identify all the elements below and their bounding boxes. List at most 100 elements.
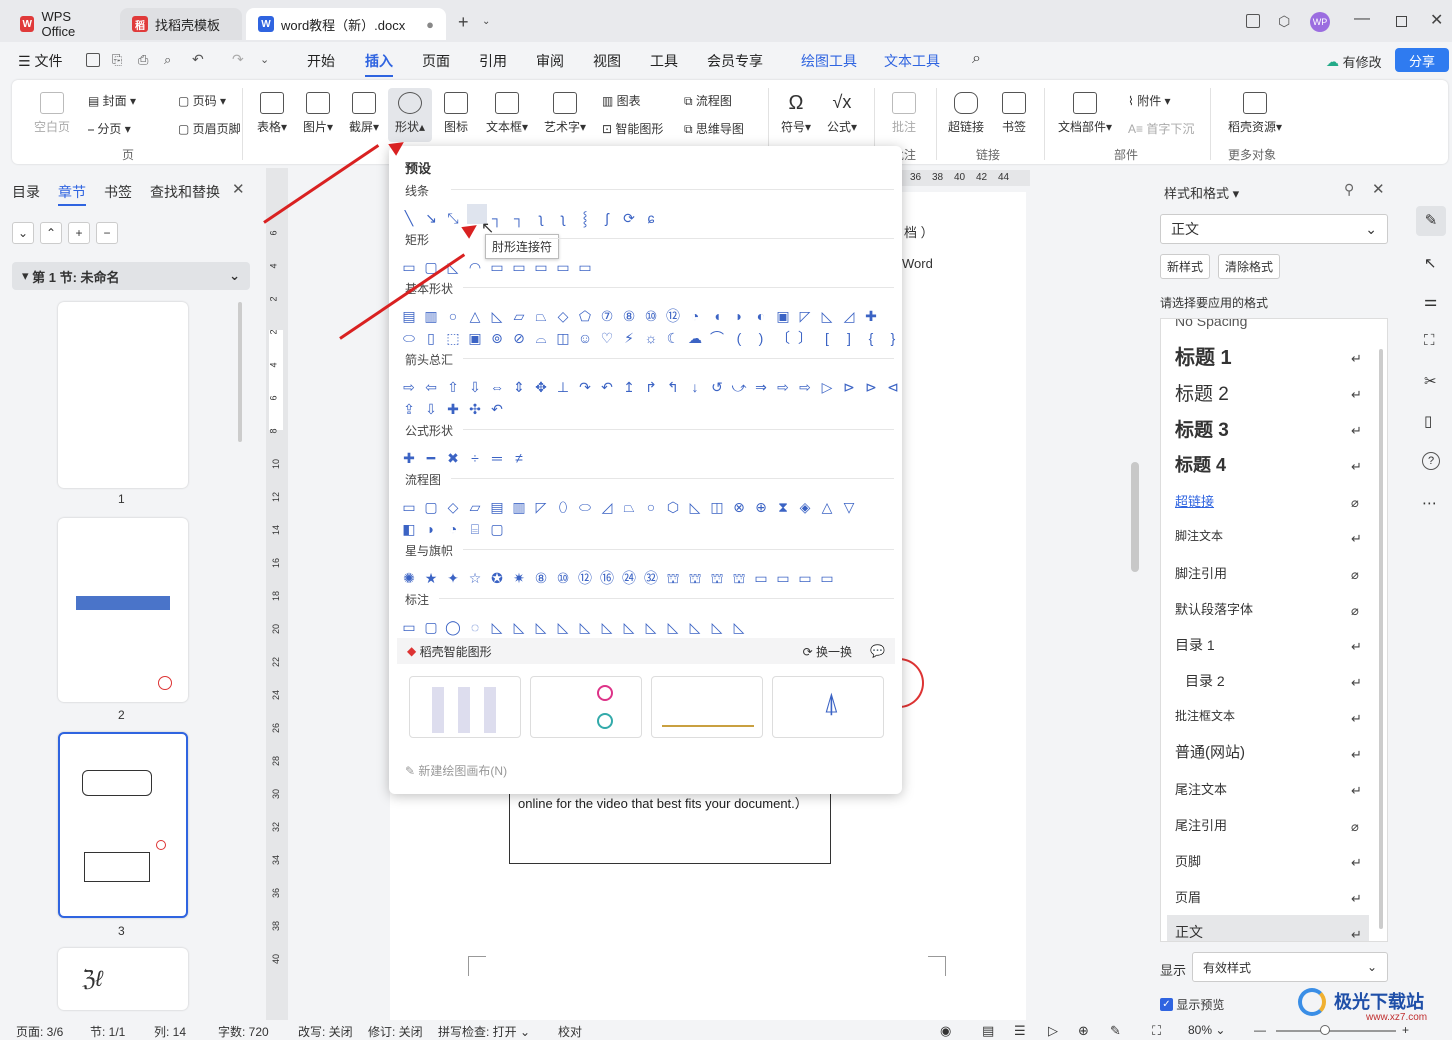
shape-option-icon[interactable]: ✚ (863, 308, 879, 324)
shape-option-icon[interactable]: ☼ (643, 330, 659, 346)
shape-option-icon[interactable]: ⇕ (511, 379, 527, 395)
shape-option-icon[interactable]: ○ (445, 308, 461, 324)
shape-option-icon[interactable]: ┐ (511, 210, 527, 226)
menu-review[interactable]: 审阅 (536, 51, 564, 71)
picture-button[interactable]: 图片▾ (298, 92, 338, 135)
doc-parts-button[interactable]: 文档部件▾ (1054, 92, 1116, 135)
shape-option-icon[interactable]: ▤ (489, 499, 505, 515)
comment-icon[interactable]: 💬 (870, 644, 885, 658)
shape-option-icon[interactable]: ★ (423, 570, 439, 586)
style-item-selected[interactable]: 正文 (1167, 915, 1369, 941)
status-proof[interactable]: 校对 (558, 1023, 582, 1040)
shape-option-icon[interactable]: ⇨ (775, 379, 791, 395)
shape-option-icon[interactable]: ⊘ (511, 330, 527, 346)
shape-option-icon[interactable]: ◇ (445, 499, 461, 515)
shape-option-icon[interactable]: ⊕ (753, 499, 769, 515)
shape-option-icon[interactable]: ÷ (467, 450, 483, 466)
preview-checkbox[interactable]: ✓ 显示预览 (1160, 996, 1224, 1013)
shape-option-icon[interactable]: ▭ (401, 259, 417, 275)
zoom-slider[interactable] (1276, 1025, 1396, 1035)
shape-option-icon[interactable]: ⇧ (445, 379, 461, 395)
scrollbar[interactable] (238, 302, 242, 442)
shape-option-icon[interactable]: ☾ (665, 330, 681, 346)
shape-option-icon[interactable]: [ (819, 330, 835, 346)
outline-view-icon[interactable]: ☰ (1014, 1023, 1026, 1039)
zoom-in-icon[interactable]: + (1402, 1023, 1409, 1037)
write-icon[interactable]: ✎ (1110, 1023, 1121, 1039)
shape-option-icon[interactable]: ◔ (687, 308, 703, 324)
shape-option-icon[interactable]: ɕ (643, 210, 659, 226)
shape-option-icon[interactable]: ⇒ (753, 379, 769, 395)
shape-option-icon[interactable]: ◺ (665, 619, 681, 635)
shape-option-icon[interactable]: ⇪ (401, 401, 417, 417)
shape-option-icon[interactable]: △ (819, 499, 835, 515)
style-item[interactable]: No Spacing (1175, 319, 1247, 329)
shape-option-icon[interactable]: △ (467, 308, 483, 324)
shape-option-icon[interactable]: ▯ (423, 330, 439, 346)
shape-option-icon[interactable]: ◺ (709, 619, 725, 635)
save-icon[interactable] (86, 53, 100, 67)
style-item-heading4[interactable]: 标题 4 (1175, 451, 1226, 477)
tab-toc[interactable]: 目录 (12, 182, 40, 202)
shape-option-icon[interactable]: ↰ (665, 379, 681, 395)
shape-option-icon[interactable]: ✚ (401, 450, 417, 466)
chevron-down-icon[interactable]: ⌄ (482, 16, 490, 27)
style-item-heading1[interactable]: 标题 1 (1175, 341, 1232, 370)
scrollbar[interactable] (1379, 349, 1383, 929)
shape-option-icon[interactable]: ▭ (775, 570, 791, 586)
shape-option-icon[interactable]: ☺ (577, 330, 593, 346)
shape-option-icon[interactable]: ⑫ (577, 570, 593, 586)
shape-option-icon[interactable]: ⑩ (555, 570, 571, 586)
export-icon[interactable]: ⎘ (112, 52, 122, 68)
shape-option-icon[interactable]: ▱ (467, 499, 483, 515)
tab-bookmark[interactable]: 书签 (104, 182, 132, 202)
shape-option-icon[interactable]: ⇩ (467, 379, 483, 395)
shape-option-icon[interactable]: ⌒ (709, 330, 725, 346)
shape-option-icon[interactable]: ━ (423, 450, 439, 466)
new-tab-icon[interactable]: + (458, 12, 469, 33)
shape-option-icon[interactable]: ⚡ (621, 330, 637, 346)
clear-format-button[interactable]: 清除格式 (1218, 254, 1281, 279)
redo-icon[interactable]: ↷ (232, 51, 244, 68)
smart-graphic-4[interactable]: ⍋ (772, 676, 884, 738)
shape-option-icon[interactable]: ◧ (401, 521, 417, 537)
shape-option-icon[interactable]: ⇩ (423, 401, 439, 417)
shape-option-icon[interactable]: ◐ (753, 308, 769, 324)
shape-option-icon[interactable]: ⌓ (533, 330, 549, 346)
collapse-icon[interactable]: ⌄ (12, 222, 34, 244)
help-icon[interactable]: ? (1422, 452, 1440, 470)
shape-option-icon[interactable]: ◫ (555, 330, 571, 346)
shape-option-icon[interactable]: ◸ (533, 499, 549, 515)
shape-option-icon[interactable]: ⊗ (731, 499, 747, 515)
shape-option-icon[interactable]: ═ (489, 450, 505, 466)
shape-option-icon[interactable]: ◺ (731, 619, 747, 635)
tab-document[interactable]: W word教程（新）.docx ● (246, 8, 446, 40)
menu-insert[interactable]: 插入 (365, 51, 393, 77)
dropcap-button[interactable]: A≡ 首字下沉 (1128, 120, 1194, 137)
shape-option-icon[interactable]: ✖ (445, 450, 461, 466)
pointer-icon[interactable]: ↖ (1424, 254, 1437, 272)
smart-graphic-3[interactable] (651, 676, 763, 738)
remove-section-icon[interactable]: − (96, 222, 118, 244)
shape-option-icon[interactable]: ↶ (489, 401, 505, 417)
shape-option-icon[interactable]: ◺ (511, 619, 527, 635)
style-item[interactable]: 目录 1 (1175, 635, 1215, 655)
flowchart-button[interactable]: ⧉ 流程图 (684, 92, 732, 109)
shape-option-icon[interactable]: ㉔ (621, 570, 637, 586)
shape-option-icon[interactable]: ⑧ (621, 308, 637, 324)
shape-option-icon[interactable]: ◫ (709, 499, 725, 515)
shape-option-icon[interactable]: ⇔ (489, 379, 505, 395)
shape-option-icon[interactable]: ◺ (489, 308, 505, 324)
shape-option-icon[interactable]: ▭ (401, 499, 417, 515)
symbol-button[interactable]: Ω 符号▾ (776, 92, 816, 135)
hyperlink-button[interactable]: 超链接 (944, 92, 988, 135)
mindmap-button[interactable]: ⧉ 思维导图 (684, 120, 744, 137)
shape-option-icon[interactable]: ⏢ (533, 308, 549, 324)
shape-option-icon[interactable]: ◺ (687, 499, 703, 515)
smart-graphic-1[interactable] (409, 676, 521, 738)
shape-option-icon[interactable]: ↓ (687, 379, 703, 395)
shape-option-icon[interactable]: ↺ (709, 379, 725, 395)
pen-icon[interactable]: ✎ (1416, 206, 1446, 236)
status-page[interactable]: 页面: 3/6 (16, 1023, 63, 1040)
shape-option-icon[interactable]: ▭ (533, 259, 549, 275)
